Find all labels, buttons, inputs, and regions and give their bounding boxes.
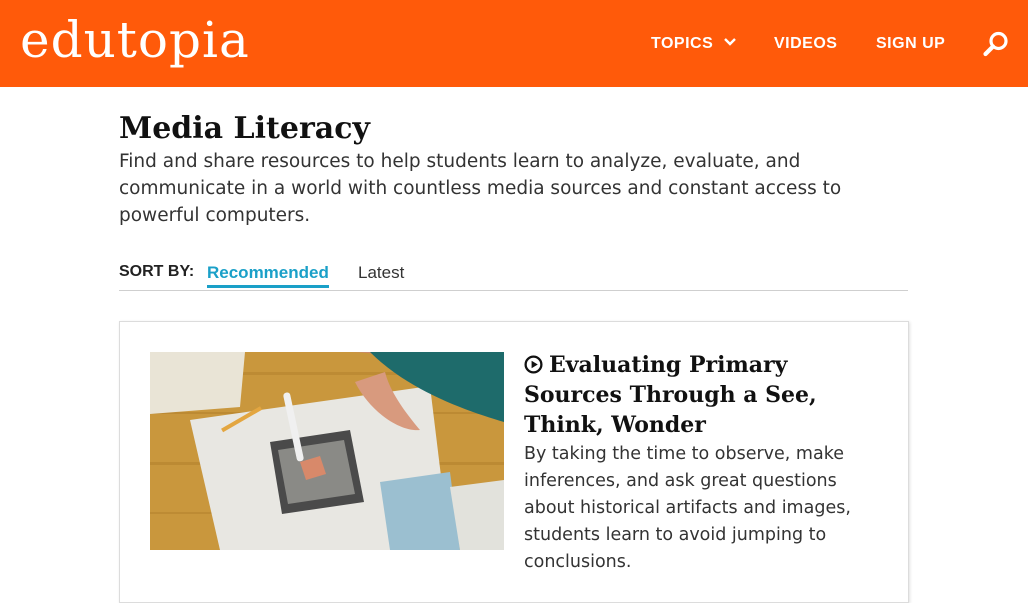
nav-topics-label: TOPICS: [651, 35, 714, 52]
nav-topics[interactable]: TOPICS: [651, 32, 737, 56]
sort-recommended[interactable]: Recommended: [207, 263, 329, 288]
article-thumbnail[interactable]: [150, 352, 504, 550]
article-card[interactable]: Evaluating Primary Sources Through a See…: [119, 321, 909, 603]
nav-videos[interactable]: VIDEOS: [774, 32, 837, 56]
chevron-down-icon: [724, 38, 737, 46]
sort-bar: SORT BY: Recommended Latest: [119, 260, 908, 291]
article-description: By taking the time to observe, make infe…: [524, 444, 851, 572]
edutopia-logo[interactable]: edutopia: [20, 10, 250, 70]
nav-signup[interactable]: SIGN UP: [876, 32, 945, 56]
play-circle-icon: [524, 354, 543, 374]
sort-latest[interactable]: Latest: [358, 263, 404, 283]
article-title[interactable]: Evaluating Primary Sources Through a See…: [524, 350, 854, 440]
search-icon[interactable]: [983, 31, 1009, 57]
site-header: edutopia TOPICS VIDEOS SIGN UP: [0, 0, 1028, 87]
page-title: Media Literacy: [119, 111, 370, 146]
sort-label: SORT BY:: [119, 263, 195, 280]
page-description: Find and share resources to help student…: [119, 151, 842, 226]
article-title-text: Evaluating Primary Sources Through a See…: [524, 352, 817, 438]
